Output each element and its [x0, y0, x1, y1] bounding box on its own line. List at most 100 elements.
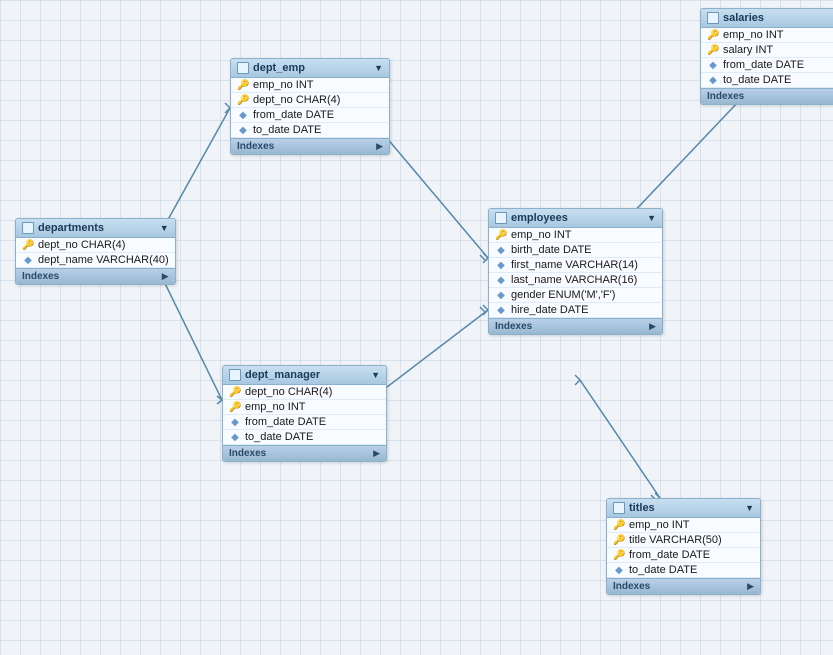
indexes-label: Indexes	[22, 271, 59, 282]
table-employees: employees ▼ 🔑 emp_no INT ◆ birth_date DA…	[488, 208, 663, 335]
key-icon: 🔑	[237, 95, 249, 106]
field-label: emp_no INT	[629, 519, 690, 531]
field-label: from_date DATE	[245, 416, 326, 428]
table-dropdown-dept-manager[interactable]: ▼	[371, 370, 380, 380]
field-label: to_date DATE	[253, 124, 321, 136]
table-departments: departments ▼ 🔑 dept_no CHAR(4) ◆ dept_n…	[15, 218, 176, 285]
key-icon: 🔑	[237, 80, 249, 91]
field-label: emp_no INT	[723, 29, 784, 41]
field-label: from_date DATE	[723, 59, 804, 71]
field-label: last_name VARCHAR(16)	[511, 274, 637, 286]
field-row: 🔑 title VARCHAR(50)	[607, 533, 760, 548]
indexes-bar-employees[interactable]: Indexes ▶	[489, 318, 662, 334]
table-dropdown-employees[interactable]: ▼	[647, 213, 656, 223]
field-label: from_date DATE	[629, 549, 710, 561]
indexes-bar-salaries[interactable]: Indexes ▶	[701, 88, 833, 104]
key-icon: 🔑	[613, 535, 625, 546]
table-salaries: salaries ▼ 🔑 emp_no INT 🔑 salary INT ◆ f…	[700, 8, 833, 105]
diamond-icon: ◆	[229, 432, 241, 443]
key-icon: 🔑	[707, 45, 719, 56]
field-label: emp_no INT	[253, 79, 314, 91]
table-dept-manager: dept_manager ▼ 🔑 dept_no CHAR(4) 🔑 emp_n…	[222, 365, 387, 462]
key-icon: 🔑	[229, 387, 241, 398]
table-header-departments[interactable]: departments ▼	[16, 219, 175, 238]
indexes-expand-icon[interactable]: ▶	[747, 581, 754, 592]
table-icon-titles	[613, 502, 625, 514]
field-label: emp_no INT	[245, 401, 306, 413]
table-title-dept-emp: dept_emp	[253, 62, 370, 74]
field-label: emp_no INT	[511, 229, 572, 241]
table-header-employees[interactable]: employees ▼	[489, 209, 662, 228]
key-icon: 🔑	[229, 402, 241, 413]
diamond-icon: ◆	[237, 110, 249, 121]
field-label: dept_no CHAR(4)	[38, 239, 125, 251]
indexes-expand-icon[interactable]: ▶	[162, 271, 169, 282]
table-dropdown-titles[interactable]: ▼	[745, 503, 754, 513]
key-icon: 🔑	[613, 550, 625, 561]
diamond-icon: ◆	[495, 290, 507, 301]
field-row: ◆ dept_name VARCHAR(40)	[16, 253, 175, 268]
field-row: ◆ to_date DATE	[223, 430, 386, 445]
indexes-expand-icon[interactable]: ▶	[373, 448, 380, 459]
field-row: 🔑 dept_no CHAR(4)	[223, 385, 386, 400]
field-label: birth_date DATE	[511, 244, 592, 256]
diamond-icon: ◆	[495, 275, 507, 286]
field-row: 🔑 emp_no INT	[701, 28, 833, 43]
field-row: 🔑 emp_no INT	[223, 400, 386, 415]
table-icon-employees	[495, 212, 507, 224]
table-icon-dept-emp	[237, 62, 249, 74]
field-row: ◆ from_date DATE	[223, 415, 386, 430]
field-label: dept_no CHAR(4)	[253, 94, 340, 106]
key-icon: 🔑	[495, 230, 507, 241]
field-row: 🔑 emp_no INT	[231, 78, 389, 93]
table-title-employees: employees	[511, 212, 643, 224]
diamond-icon: ◆	[613, 565, 625, 576]
indexes-expand-icon[interactable]: ▶	[649, 321, 656, 332]
indexes-label: Indexes	[229, 448, 266, 459]
indexes-bar-dept-emp[interactable]: Indexes ▶	[231, 138, 389, 154]
table-header-dept-manager[interactable]: dept_manager ▼	[223, 366, 386, 385]
diamond-icon: ◆	[495, 305, 507, 316]
field-row: 🔑 salary INT	[701, 43, 833, 58]
table-header-dept-emp[interactable]: dept_emp ▼	[231, 59, 389, 78]
field-label: dept_no CHAR(4)	[245, 386, 332, 398]
field-row: 🔑 dept_no CHAR(4)	[16, 238, 175, 253]
table-icon-departments	[22, 222, 34, 234]
indexes-label: Indexes	[707, 91, 744, 102]
diamond-icon: ◆	[22, 255, 34, 266]
field-label: title VARCHAR(50)	[629, 534, 722, 546]
field-label: to_date DATE	[245, 431, 313, 443]
indexes-expand-icon[interactable]: ▶	[376, 141, 383, 152]
table-header-salaries[interactable]: salaries ▼	[701, 9, 833, 28]
field-row: ◆ birth_date DATE	[489, 243, 662, 258]
field-row: ◆ last_name VARCHAR(16)	[489, 273, 662, 288]
field-row: ◆ to_date DATE	[231, 123, 389, 138]
field-row: ◆ hire_date DATE	[489, 303, 662, 318]
field-row: ◆ first_name VARCHAR(14)	[489, 258, 662, 273]
field-row: 🔑 emp_no INT	[489, 228, 662, 243]
table-titles: titles ▼ 🔑 emp_no INT 🔑 title VARCHAR(50…	[606, 498, 761, 595]
diamond-icon: ◆	[707, 60, 719, 71]
table-dropdown-departments[interactable]: ▼	[160, 223, 169, 233]
indexes-bar-departments[interactable]: Indexes ▶	[16, 268, 175, 284]
table-dropdown-dept-emp[interactable]: ▼	[374, 63, 383, 73]
field-row: ◆ from_date DATE	[231, 108, 389, 123]
indexes-label: Indexes	[613, 581, 650, 592]
table-header-titles[interactable]: titles ▼	[607, 499, 760, 518]
diamond-icon: ◆	[495, 260, 507, 271]
table-title-titles: titles	[629, 502, 741, 514]
key-icon: 🔑	[22, 240, 34, 251]
indexes-bar-titles[interactable]: Indexes ▶	[607, 578, 760, 594]
field-row: 🔑 dept_no CHAR(4)	[231, 93, 389, 108]
field-row: ◆ gender ENUM('M','F')	[489, 288, 662, 303]
field-label: hire_date DATE	[511, 304, 588, 316]
table-icon-dept-manager	[229, 369, 241, 381]
field-label: from_date DATE	[253, 109, 334, 121]
table-title-departments: departments	[38, 222, 156, 234]
indexes-bar-dept-manager[interactable]: Indexes ▶	[223, 445, 386, 461]
field-label: to_date DATE	[629, 564, 697, 576]
key-icon: 🔑	[613, 520, 625, 531]
field-label: to_date DATE	[723, 74, 791, 86]
field-label: first_name VARCHAR(14)	[511, 259, 638, 271]
diamond-icon: ◆	[237, 125, 249, 136]
